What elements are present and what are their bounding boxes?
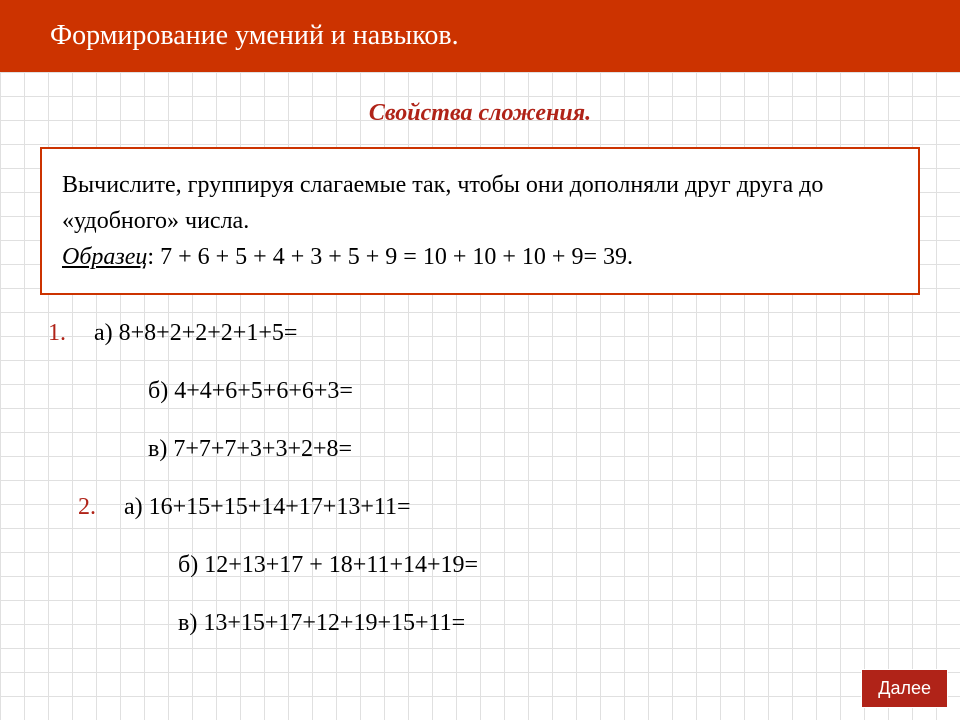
instruction-box: Вычислите, группируя слагаемые так, чтоб…: [40, 147, 920, 295]
problem-2b: б) 12+13+17 + 18+11+14+19=: [178, 547, 960, 583]
problem-group-1: 1. а) 8+8+2+2+2+1+5= б) 4+4+6+5+6+6+3= в…: [48, 315, 960, 467]
sample-label: Образец: [62, 244, 147, 270]
problem-number-1: 1.: [48, 315, 76, 351]
next-button[interactable]: Далее: [861, 669, 948, 708]
instruction-text: Вычислите, группируя слагаемые так, чтоб…: [62, 172, 823, 234]
problem-group-2: 2. а) 16+15+15+14+17+13+11= б) 12+13+17 …: [78, 489, 960, 641]
problem-1a: 1. а) 8+8+2+2+2+1+5=: [48, 315, 960, 351]
page-title: Формирование умений и навыков.: [50, 20, 459, 52]
problem-1c: в) 7+7+7+3+3+2+8=: [148, 431, 960, 467]
problem-1a-text: а) 8+8+2+2+2+1+5=: [94, 320, 297, 346]
problems-section: 1. а) 8+8+2+2+2+1+5= б) 4+4+6+5+6+6+3= в…: [48, 315, 960, 641]
problem-1b: б) 4+4+6+5+6+6+3=: [148, 373, 960, 409]
sample-expression: : 7 + 6 + 5 + 4 + 3 + 5 + 9 = 10 + 10 + …: [147, 244, 633, 270]
subtitle: Свойства сложения.: [0, 100, 960, 127]
problem-2c: в) 13+15+17+12+19+15+11=: [178, 605, 960, 641]
problem-number-2: 2.: [78, 489, 106, 525]
problem-2a-text: а) 16+15+15+14+17+13+11=: [124, 494, 411, 520]
header-bar: Формирование умений и навыков.: [0, 0, 960, 72]
problem-2a: 2. а) 16+15+15+14+17+13+11=: [78, 489, 960, 525]
